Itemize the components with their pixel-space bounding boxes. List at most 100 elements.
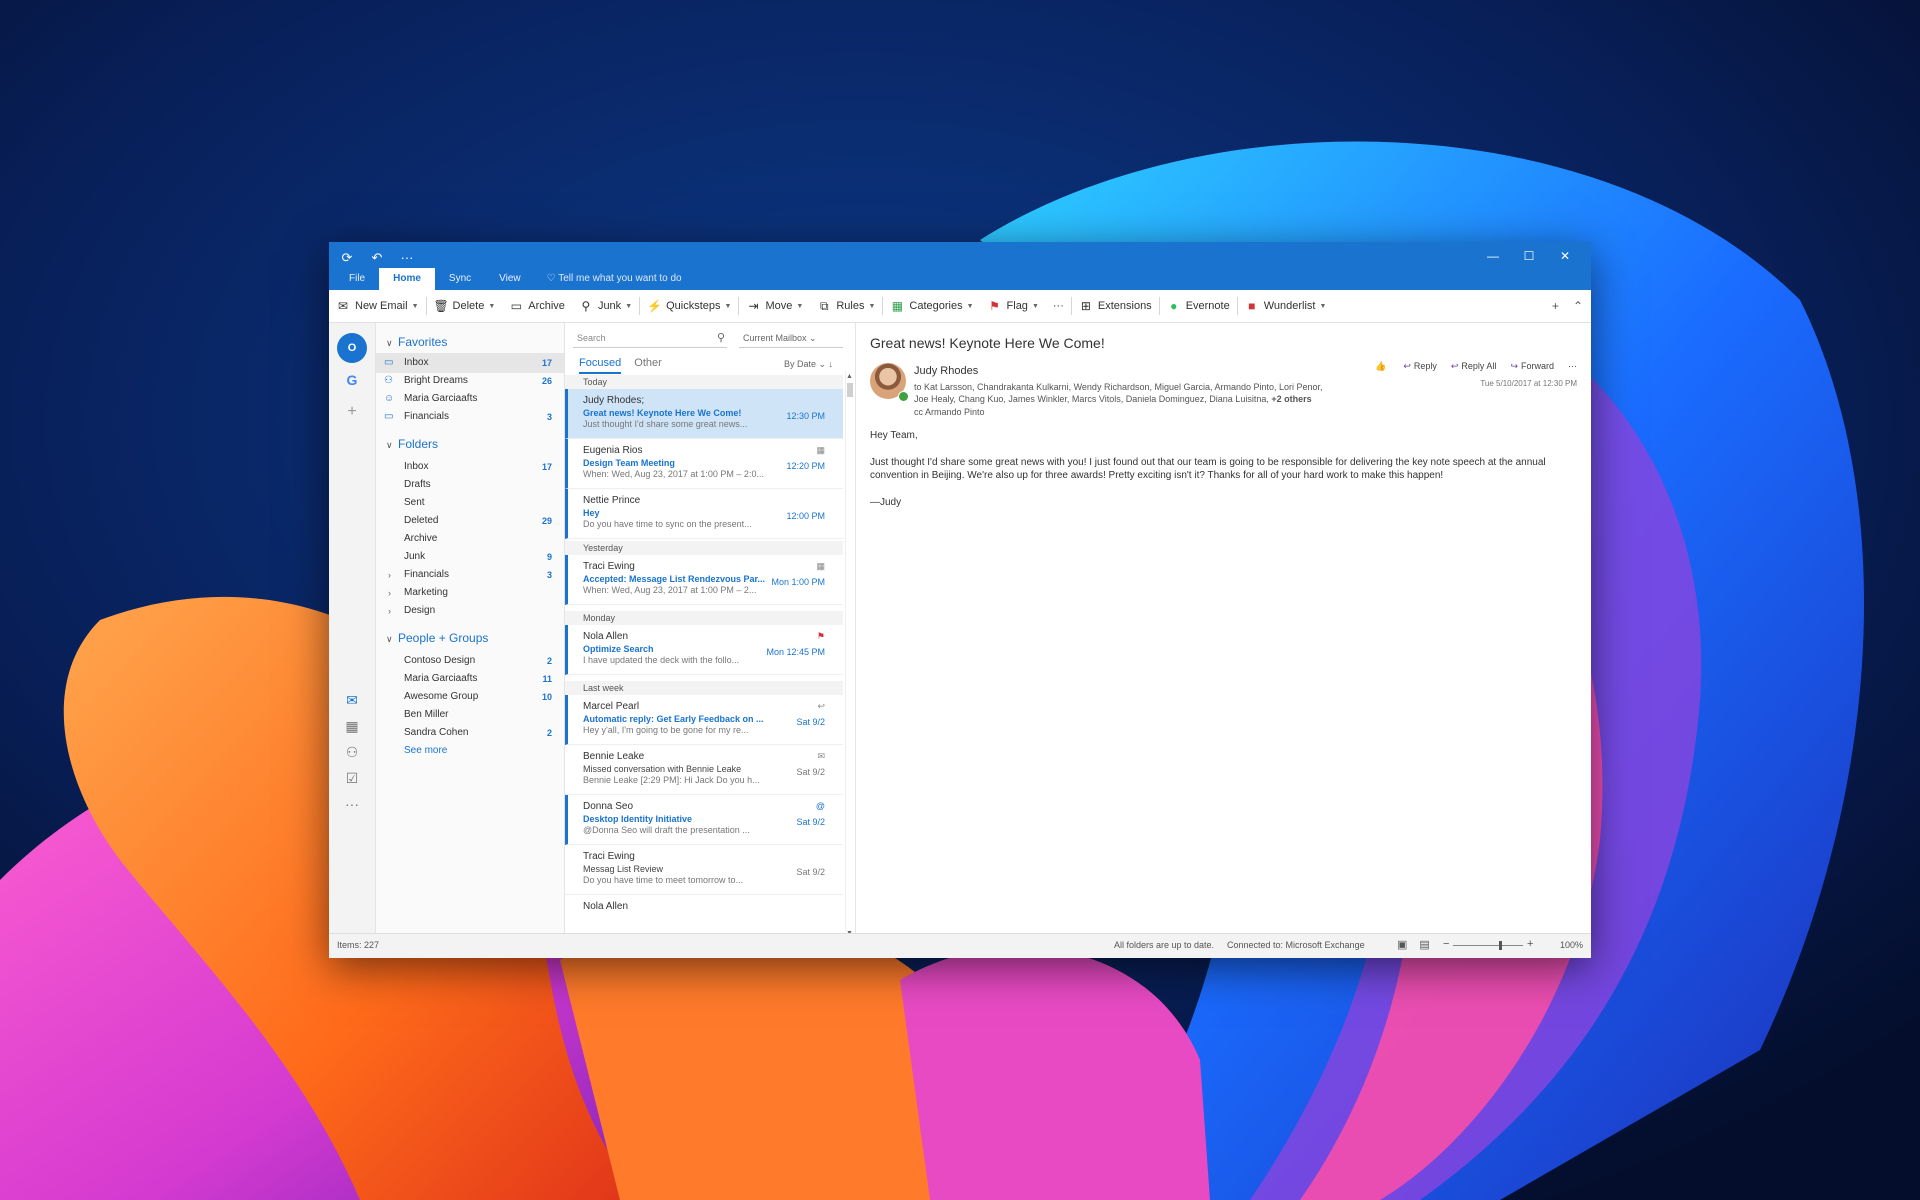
tab-view[interactable]: View [485,268,535,290]
like-button[interactable]: 👍 [1375,361,1389,372]
tell-me-box[interactable]: ♡ Tell me what you want to do [535,268,682,290]
chevron-down-icon[interactable]: ▼ [1319,303,1326,310]
folder-junk[interactable]: Junk 9 [376,547,564,567]
tab-sync[interactable]: Sync [435,268,485,290]
message-item[interactable]: Traci Ewing Accepted: Message List Rende… [565,555,843,605]
move-button[interactable]: ⇥ Move ▼ [739,290,810,322]
more-actions-button[interactable]: ··· [1568,361,1577,372]
message-item[interactable]: Eugenia Rios Design Team Meeting When: W… [565,439,843,489]
scroll-up-icon[interactable]: ▲ [846,373,853,380]
group-header-today[interactable]: Today [565,375,843,389]
search-icon[interactable]: ⚲ [717,329,725,347]
minimize-button[interactable]: — [1475,246,1511,266]
tab-focused[interactable]: Focused [579,357,622,374]
more-apps-icon[interactable]: ··· [337,789,367,819]
chevron-right-icon[interactable]: › [388,601,391,621]
outlook-account-icon[interactable]: O [337,333,367,363]
close-button[interactable]: ✕ [1547,246,1583,266]
favorite-item-bright-dreams[interactable]: ⚇ Bright Dreams 26 [376,371,564,391]
chevron-down-icon[interactable]: ▼ [796,303,803,310]
favorite-item-financials[interactable]: ▭ Financials 3 [376,407,564,427]
group-sandra-cohen[interactable]: Sandra Cohen 2 [376,723,564,743]
categories-button[interactable]: ▦ Categories ▼ [883,290,980,322]
chevron-down-icon[interactable]: ▼ [1032,303,1039,310]
folder-archive[interactable]: Archive [376,529,564,549]
group-maria[interactable]: Maria Garciaafts 11 [376,669,564,689]
zoom-percentage[interactable]: 100% [1560,940,1583,950]
email-sender[interactable]: Judy Rhodes [914,365,978,377]
message-item[interactable]: Marcel Pearl Automatic reply: Get Early … [565,695,843,745]
message-item[interactable]: Nola Allen Optimize Search I have update… [565,625,843,675]
add-account-icon[interactable]: + [337,397,367,427]
chevron-down-icon[interactable]: ▼ [967,303,974,310]
zoom-slider-thumb[interactable] [1499,941,1502,950]
quicksteps-button[interactable]: ⚡ Quicksteps ▼ [640,290,738,322]
message-item[interactable]: Nettie Prince Hey Do you have time to sy… [565,489,843,539]
zoom-slider[interactable] [1453,945,1523,946]
folder-deleted[interactable]: Deleted 29 [376,511,564,531]
flag-button[interactable]: ⚑ Flag ▼ [981,290,1046,322]
reply-button[interactable]: ↩ Reply [1403,361,1437,372]
forward-button[interactable]: ↪ Forward [1510,361,1554,372]
evernote-button[interactable]: ● Evernote [1160,290,1237,322]
delete-button[interactable]: 🗑 Delete ▼ [427,290,503,322]
more-commands-button[interactable]: ··· [1046,290,1071,322]
extensions-button[interactable]: ⊞ Extensions [1072,290,1159,322]
folder-drafts[interactable]: Drafts [376,475,564,495]
mailbox-scope-select[interactable]: Current Mailbox ⌄ [739,329,843,348]
undo-icon[interactable]: ↶ [369,250,385,266]
zoom-out-button[interactable]: − [1443,938,1449,950]
group-contoso-design[interactable]: Contoso Design 2 [376,651,564,671]
chevron-down-icon[interactable]: ▼ [625,303,632,310]
see-more-link[interactable]: See more [376,741,564,761]
folder-design[interactable]: › Design [376,601,564,621]
chevron-right-icon[interactable]: › [388,583,391,603]
folder-marketing[interactable]: › Marketing [376,583,564,603]
group-header-last-week[interactable]: Last week [565,681,843,695]
chevron-down-icon[interactable]: ▼ [412,303,419,310]
message-item[interactable]: Traci Ewing Messag List Review Do you ha… [565,845,843,895]
archive-button[interactable]: ▭ Archive [502,290,572,322]
tab-other[interactable]: Other [634,357,662,369]
message-item[interactable]: Nola Allen [565,895,843,933]
junk-button[interactable]: ⚲ Junk ▼ [572,290,639,322]
message-list-scrollbar[interactable]: ▲ ▼ [845,371,854,937]
group-awesome[interactable]: Awesome Group 10 [376,687,564,707]
pin-icon[interactable]: + [1552,299,1559,313]
tab-home[interactable]: Home [379,268,435,290]
chevron-down-icon[interactable]: ▼ [868,303,875,310]
tab-file[interactable]: File [335,268,379,290]
google-account-icon[interactable]: G [337,365,367,395]
sync-icon[interactable]: ⟳ [339,250,355,266]
search-input[interactable]: Search ⚲ [573,329,727,348]
sort-direction-icon[interactable]: ↓ [829,359,834,369]
group-header-yesterday[interactable]: Yesterday [565,541,843,555]
chevron-down-icon[interactable]: ▼ [488,303,495,310]
favorite-item-maria[interactable]: ☺ Maria Garciaafts [376,389,564,409]
zoom-in-button[interactable]: + [1527,938,1533,950]
sort-by-date[interactable]: By Date ⌄ ↓ [784,359,833,370]
reply-all-button[interactable]: ↩ Reply All [1451,361,1497,372]
group-header-monday[interactable]: Monday [565,611,843,625]
chevron-down-icon[interactable]: ▼ [725,303,732,310]
wunderlist-button[interactable]: ■ Wunderlist ▼ [1238,290,1334,322]
scrollbar-thumb[interactable] [847,383,853,397]
flag-icon[interactable]: ⚑ [817,631,825,642]
message-item[interactable]: Donna Seo Desktop Identity Initiative @D… [565,795,843,845]
reading-view-icon[interactable]: ▤ [1419,938,1429,951]
message-item[interactable]: Bennie Leake Missed conversation with Be… [565,745,843,795]
message-item[interactable]: Judy Rhodes; Great news! Keynote Here We… [565,389,843,439]
more-recipients-link[interactable]: +2 others [1271,394,1311,404]
new-email-button[interactable]: ✉ New Email ▼ [329,290,426,322]
normal-view-icon[interactable]: ▣ [1397,938,1407,951]
people-groups-header[interactable]: ∨ People + Groups [386,631,488,645]
favorites-header[interactable]: ∨ Favorites [386,335,447,349]
favorite-item-inbox[interactable]: ▭ Inbox 17 [376,353,564,373]
chevron-right-icon[interactable]: › [388,565,391,585]
more-icon[interactable]: ··· [399,250,415,266]
folders-header[interactable]: ∨ Folders [386,437,438,451]
rules-button[interactable]: ⧉ Rules ▼ [810,290,882,322]
folder-financials[interactable]: › Financials 3 [376,565,564,585]
collapse-ribbon-icon[interactable]: ⌃ [1573,299,1583,313]
maximize-button[interactable]: ☐ [1511,246,1547,266]
